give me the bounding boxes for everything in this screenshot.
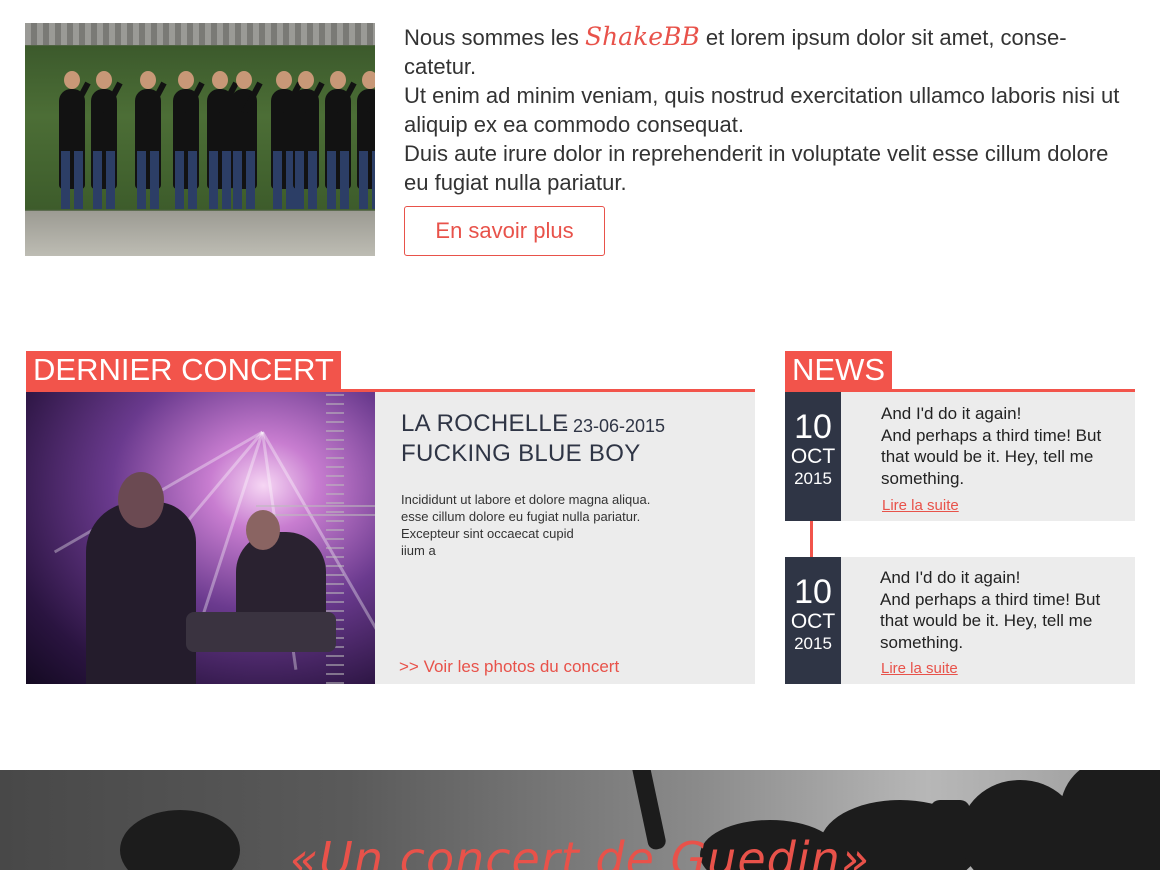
- band-photo: [25, 23, 375, 256]
- news-timeline-connector: [810, 521, 813, 557]
- news-line: And perhaps a third time! But that would…: [881, 425, 1102, 488]
- intro-line-3: Duis aute irure dolor in reprehenderit i…: [404, 141, 1109, 195]
- concert-desc-line: iium a: [401, 543, 436, 558]
- news-line: And I'd do it again!: [880, 568, 1021, 587]
- news-day: 10: [794, 573, 832, 611]
- news-line: And I'd do it again!: [881, 404, 1022, 423]
- news-read-more-link[interactable]: Lire la suite: [881, 660, 958, 677]
- news-body: And I'd do it again! And perhaps a third…: [880, 567, 1125, 653]
- quote-banner: «Un concert de Guedin»: [0, 770, 1160, 870]
- news-date: 10 OCT 2015: [785, 392, 841, 521]
- concert-photos-link[interactable]: >> Voir les photos du concert: [399, 657, 619, 677]
- photo-ceiling: [25, 23, 375, 45]
- concert-desc-line: Excepteur sint occaecat cupid: [401, 526, 574, 541]
- band-member: [231, 71, 263, 209]
- concert-desc-line: esse cillum dolore eu fugiat nulla paria…: [401, 509, 641, 524]
- news-item: 10 OCT 2015 And I'd do it again! And per…: [785, 557, 1135, 684]
- concert-band: FUCKING BLUE BOY: [401, 440, 641, 467]
- news-day: 10: [794, 408, 832, 446]
- concert-date: - 23-06-2015: [562, 416, 666, 436]
- concert-photo: [26, 392, 375, 684]
- band-member: [59, 71, 91, 209]
- news-body: And I'd do it again! And perhaps a third…: [881, 403, 1126, 489]
- news-item: 10 OCT 2015 And I'd do it again! And per…: [785, 392, 1135, 521]
- banner-quote: «Un concert de Guedin»: [289, 832, 871, 870]
- band-member: [173, 71, 205, 209]
- news-section-title: NEWS: [785, 351, 892, 389]
- intro-text: Nous sommes les ShakeBB et lorem ipsum d…: [404, 22, 1134, 197]
- news-month: OCT: [790, 445, 836, 468]
- band-member: [135, 71, 167, 209]
- news-date: 10 OCT 2015: [785, 557, 841, 684]
- band-member: [207, 71, 239, 209]
- photo-floor: [25, 211, 375, 256]
- band-member: [91, 71, 123, 209]
- news-year: 2015: [794, 634, 832, 653]
- news-month: OCT: [790, 610, 836, 633]
- concert-description: Incididunt ut labore et dolore magna ali…: [401, 491, 701, 559]
- band-member: [357, 71, 375, 209]
- concert-city: LA ROCHELLE: [401, 410, 569, 437]
- intro-line-2: Ut enim ad minim veniam, quis nostrud ex…: [404, 83, 1120, 137]
- learn-more-button[interactable]: En savoir plus: [404, 206, 605, 256]
- intro-text-before: Nous sommes les: [404, 25, 585, 50]
- concert-desc-line: Incididunt ut labore et dolore magna ali…: [401, 492, 651, 507]
- news-line: And perhaps a third time! But that would…: [880, 589, 1101, 652]
- news-read-more-link[interactable]: Lire la suite: [882, 497, 959, 514]
- news-year: 2015: [794, 469, 832, 488]
- band-member: [293, 71, 325, 209]
- concert-section-title: DERNIER CONCERT: [26, 351, 341, 389]
- band-member: [325, 71, 357, 209]
- brand-name: ShakeBB: [584, 22, 700, 51]
